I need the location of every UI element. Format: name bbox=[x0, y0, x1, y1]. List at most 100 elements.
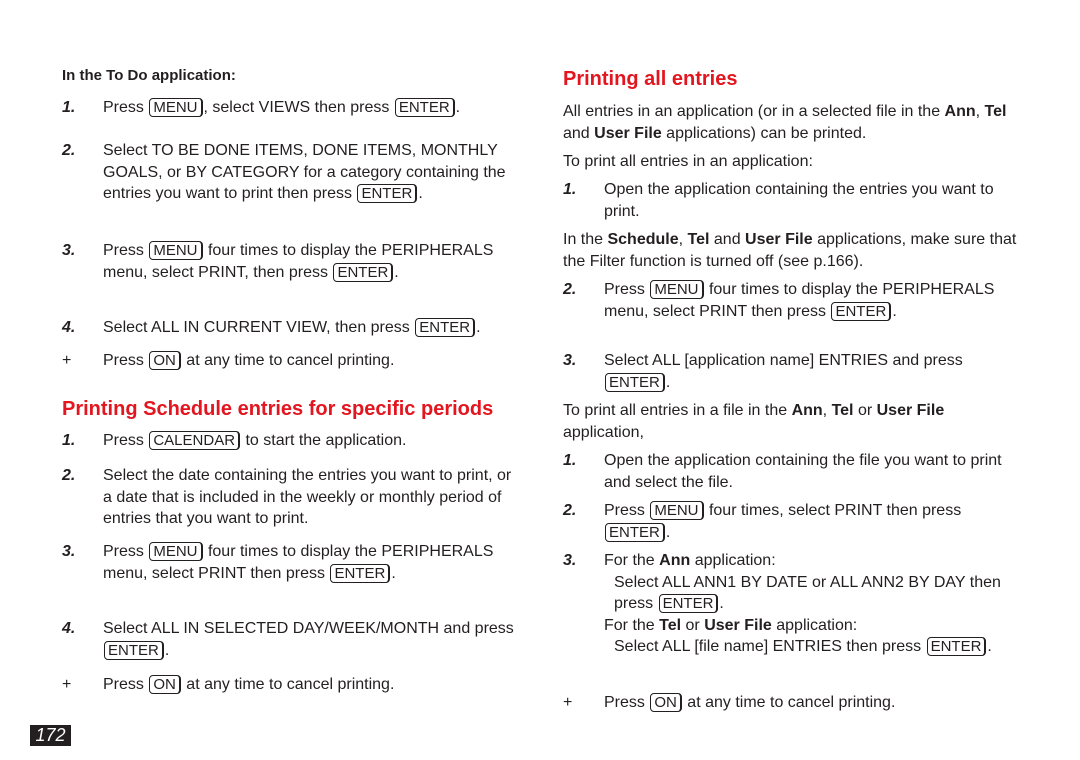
to-print-file-label: To print all entries in a file in the An… bbox=[563, 400, 1023, 443]
printing-all-heading: Printing all entries bbox=[563, 68, 738, 90]
text: Select the date containing the entries y… bbox=[103, 467, 512, 527]
app-name-user-file: User File bbox=[594, 124, 662, 142]
step-number: 1. bbox=[62, 432, 76, 449]
file-step-1: 1. Open the application containing the f… bbox=[563, 450, 1023, 493]
intro-text: , bbox=[975, 103, 985, 120]
enter-key[interactable]: ENTER bbox=[394, 98, 455, 117]
schedule-step-4: 4. Select ALL IN SELECTED DAY/WEEK/MONTH … bbox=[62, 618, 522, 661]
todo-step-3: 3. Press MENU four times to display the P… bbox=[62, 240, 522, 283]
enter-key[interactable]: ENTER bbox=[605, 522, 665, 542]
text: application: bbox=[771, 616, 858, 634]
todo-step-2: 2. Select TO BE DONE ITEMS, DONE ITEMS, M… bbox=[62, 140, 522, 205]
app-name-tel: Tel bbox=[984, 103, 1007, 120]
text: Press bbox=[103, 242, 149, 259]
intro-text: and bbox=[563, 124, 595, 142]
text: to start the application. bbox=[241, 432, 407, 449]
text: . bbox=[987, 638, 992, 655]
step-text: Select the date containing the entries y… bbox=[103, 465, 522, 530]
text: Select ALL IN CURRENT VIEW, then press bbox=[103, 319, 415, 336]
text: For the bbox=[604, 616, 660, 634]
step-number: 1. bbox=[563, 181, 577, 198]
enter-key[interactable]: ENTER bbox=[658, 594, 719, 613]
on-key[interactable]: ON bbox=[149, 351, 181, 370]
menu-key[interactable]: MENU bbox=[149, 542, 203, 561]
enter-key[interactable]: ENTER bbox=[831, 301, 892, 321]
step-number: 2. bbox=[62, 142, 76, 159]
app-name-ann: Ann bbox=[791, 402, 823, 419]
on-key[interactable]: ON bbox=[149, 675, 181, 694]
text: four times, select PRINT then press bbox=[704, 502, 962, 519]
menu-key[interactable]: MENU bbox=[650, 501, 704, 520]
todo-step-1: 1. Press MENU, select VIEWS then press EN… bbox=[62, 97, 522, 119]
text: Press bbox=[103, 676, 149, 693]
text: Select ALL [application name] ENTRIES an… bbox=[604, 352, 963, 369]
page-number: 172 bbox=[30, 725, 71, 746]
step-number: 1. bbox=[62, 99, 76, 116]
file-step-2: 2. Press MENU four times, select PRINT t… bbox=[563, 500, 1023, 543]
schedule-heading: Printing Schedule entries for specific p… bbox=[62, 398, 494, 420]
text: Select ALL IN SELECTED DAY/WEEK/MONTH an… bbox=[103, 620, 514, 637]
step-number: 2. bbox=[563, 502, 577, 519]
step-number: 2. bbox=[563, 281, 577, 298]
enter-key[interactable]: ENTER bbox=[605, 372, 665, 392]
text: For the bbox=[604, 552, 660, 569]
text: application: bbox=[690, 552, 776, 569]
step-number: 4. bbox=[62, 620, 76, 637]
step-text: Press MENU four times to display the PER… bbox=[604, 279, 1023, 322]
step-text: Select ALL IN SELECTED DAY/WEEK/MONTH an… bbox=[103, 618, 522, 661]
plus-bullet: + bbox=[62, 676, 72, 693]
step-number: 3. bbox=[563, 352, 577, 369]
app-step-3: 3. Select ALL [application name] ENTRIES… bbox=[563, 350, 1023, 393]
schedule-step-1: 1. Press CALENDAR to start the applicatio… bbox=[62, 430, 522, 452]
app-name-user-file: User File bbox=[745, 231, 813, 248]
intro-paragraph: All entries in an application (or in a s… bbox=[563, 101, 1023, 144]
text: or bbox=[681, 616, 705, 634]
note-text: and bbox=[709, 231, 746, 248]
text: To print all entries in a file in the bbox=[563, 402, 792, 419]
todo-step-4: 4. Select ALL IN CURRENT VIEW, then press… bbox=[62, 317, 522, 339]
step-text: For the Ann application: Select ALL ANN1… bbox=[604, 550, 1023, 658]
tel-instruction: Select ALL [file name] ENTRIES then pres… bbox=[614, 636, 1023, 658]
text: . bbox=[394, 263, 399, 281]
app-step-1: 1. Open the application containing the e… bbox=[563, 179, 1023, 222]
step-text: Press MENU, select VIEWS then press ENTE… bbox=[103, 97, 522, 119]
menu-key[interactable]: MENU bbox=[149, 241, 203, 260]
on-key[interactable]: ON bbox=[650, 693, 682, 712]
enter-key[interactable]: ENTER bbox=[926, 637, 987, 656]
app-name-user-file: User File bbox=[704, 616, 772, 634]
step-number: 4. bbox=[62, 319, 76, 336]
menu-key[interactable]: MENU bbox=[149, 98, 203, 117]
calendar-key[interactable]: CALENDAR bbox=[149, 431, 241, 450]
step-text: Press ON at any time to cancel printing. bbox=[604, 692, 1023, 714]
text: at any time to cancel printing. bbox=[181, 352, 395, 369]
menu-key[interactable]: MENU bbox=[650, 280, 704, 299]
enter-key[interactable]: ENTER bbox=[357, 184, 418, 203]
app-name-tel: Tel bbox=[687, 231, 710, 248]
step-text: Open the application containing the entr… bbox=[604, 181, 994, 220]
step-text: Press MENU four times, select PRINT then… bbox=[604, 500, 1023, 543]
text: Press bbox=[103, 352, 149, 369]
filter-note: In the Schedule, Tel and User File appli… bbox=[563, 229, 1023, 272]
step-number: 3. bbox=[62, 242, 76, 259]
enter-key[interactable]: ENTER bbox=[104, 640, 164, 660]
enter-key[interactable]: ENTER bbox=[330, 563, 391, 583]
text: Press bbox=[103, 99, 149, 116]
app-name-user-file: User File bbox=[876, 402, 945, 419]
schedule-step-2: 2. Select the date containing the entries… bbox=[62, 465, 522, 530]
plus-bullet: + bbox=[62, 352, 72, 369]
step-text: Select TO BE DONE ITEMS, DONE ITEMS, MON… bbox=[103, 140, 522, 205]
text: . bbox=[455, 99, 461, 116]
text: , select VIEWS then press bbox=[203, 99, 394, 116]
cancel-note: + Press ON at any time to cancel printin… bbox=[563, 692, 1023, 714]
app-step-2: 2. Press MENU four times to display the … bbox=[563, 279, 1023, 322]
step-number: 3. bbox=[563, 552, 577, 569]
text: . bbox=[391, 564, 396, 582]
text: Press bbox=[604, 502, 650, 519]
step-text: Press MENU four times to display the PER… bbox=[103, 240, 522, 283]
enter-key[interactable]: ENTER bbox=[415, 318, 476, 337]
schedule-step-3: 3. Press MENU four times to display the P… bbox=[62, 541, 522, 584]
plus-bullet: + bbox=[563, 694, 573, 711]
enter-key[interactable]: ENTER bbox=[333, 262, 394, 282]
app-name-schedule: Schedule bbox=[607, 231, 679, 248]
text: . bbox=[418, 185, 423, 202]
